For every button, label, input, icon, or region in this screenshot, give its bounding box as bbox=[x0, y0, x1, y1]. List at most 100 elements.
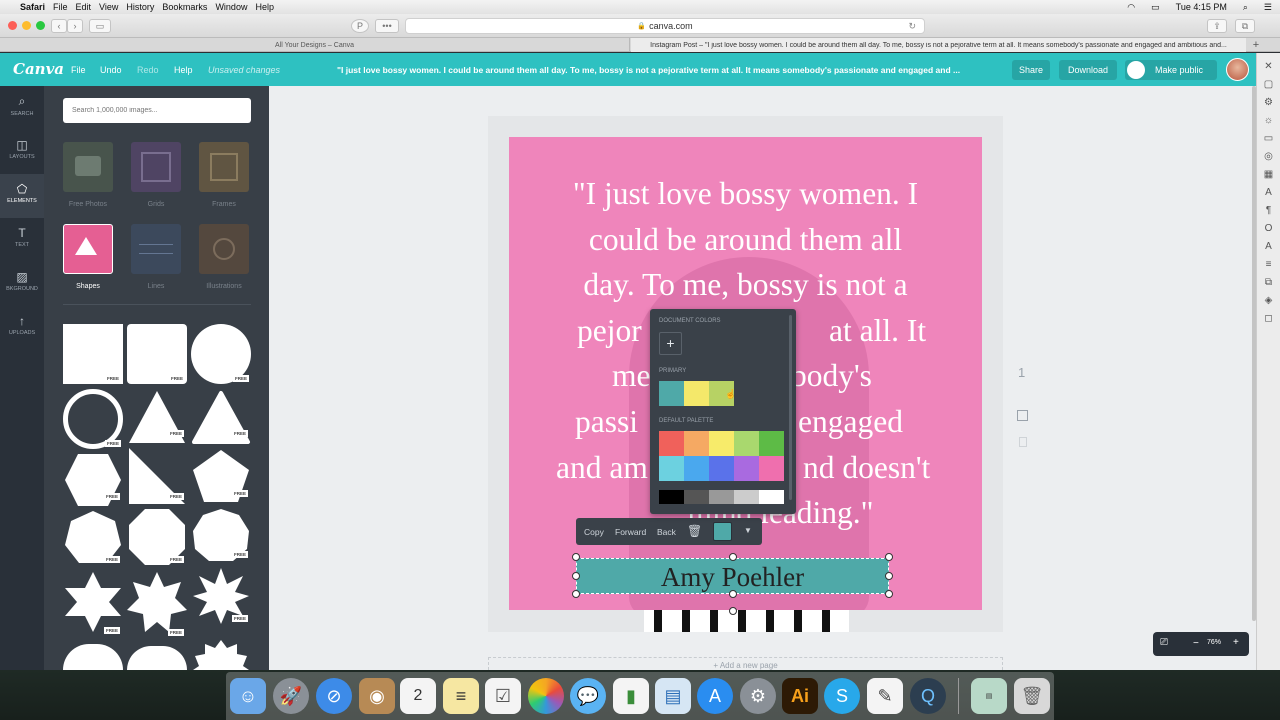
file-menu[interactable]: File bbox=[71, 65, 86, 75]
canva-logo[interactable]: Canva bbox=[13, 60, 64, 78]
reload-icon[interactable]: ↻ bbox=[908, 21, 916, 32]
square-shape[interactable]: FREE bbox=[63, 324, 123, 384]
pinterest-icon[interactable]: P bbox=[351, 19, 369, 33]
menu-window[interactable]: Window bbox=[215, 2, 247, 12]
messages-icon[interactable]: 💬 bbox=[570, 678, 606, 714]
tool-icon[interactable]: ⧉ bbox=[1262, 274, 1275, 292]
share-button[interactable]: Share bbox=[1012, 60, 1050, 80]
menu-history[interactable]: History bbox=[126, 2, 154, 12]
six-point-star-shape[interactable] bbox=[63, 570, 123, 634]
blob-shape[interactable] bbox=[63, 644, 123, 670]
palette-swatch-r1-2[interactable] bbox=[684, 431, 709, 456]
picker-scrollbar[interactable] bbox=[789, 315, 792, 500]
tool-icon[interactable]: ◎ bbox=[1262, 148, 1275, 166]
menu-bookmarks[interactable]: Bookmarks bbox=[162, 2, 207, 12]
minimize-window-button[interactable] bbox=[22, 21, 31, 30]
palette-swatch-r3-3[interactable] bbox=[709, 490, 734, 504]
forward-nav-button[interactable]: › bbox=[67, 19, 83, 33]
tool-icon[interactable]: ▦ bbox=[1262, 166, 1275, 184]
keynote-icon[interactable]: ▤ bbox=[655, 678, 691, 714]
resize-handle-tr[interactable] bbox=[885, 553, 893, 561]
delete-page-icon[interactable] bbox=[1019, 437, 1027, 447]
resize-handle-bm[interactable] bbox=[729, 590, 737, 598]
primary-color-swatch-2[interactable] bbox=[684, 381, 709, 406]
design-title[interactable]: "I just love bossy women. I could be aro… bbox=[337, 65, 1003, 75]
burst-shape[interactable] bbox=[191, 638, 251, 670]
rail-text[interactable]: T TEXT bbox=[0, 218, 44, 262]
spotlight-icon[interactable]: ⌕ bbox=[1243, 2, 1248, 13]
avatar[interactable] bbox=[1226, 58, 1249, 81]
numbers-icon[interactable]: ▮ bbox=[613, 678, 649, 714]
cloud-shape[interactable] bbox=[127, 646, 187, 670]
image-search-input[interactable] bbox=[63, 98, 251, 123]
palette-swatch-r1-1[interactable] bbox=[659, 431, 684, 456]
palette-swatch-r2-5[interactable] bbox=[759, 456, 784, 481]
battery-icon[interactable]: ▭ bbox=[1151, 2, 1160, 13]
resize-handle-mr[interactable] bbox=[885, 572, 893, 580]
menu-file[interactable]: File bbox=[53, 2, 68, 12]
menu-help[interactable]: Help bbox=[255, 2, 274, 12]
tool-icon[interactable]: ¶ bbox=[1262, 202, 1275, 220]
tab-all-designs[interactable]: All Your Designs – Canva bbox=[0, 38, 630, 52]
rail-search[interactable]: ⌕ SEARCH bbox=[0, 86, 44, 130]
palette-swatch-r3-4[interactable] bbox=[734, 490, 759, 504]
trash-icon[interactable]: 🗑 bbox=[687, 524, 702, 538]
back-button[interactable]: Back bbox=[657, 527, 676, 537]
resize-handle-br[interactable] bbox=[885, 590, 893, 598]
contacts-icon[interactable]: ◉ bbox=[359, 678, 395, 714]
rail-elements[interactable]: ⬠ ELEMENTS bbox=[0, 174, 44, 218]
more-icon[interactable]: ••• bbox=[375, 19, 399, 33]
palette-swatch-r2-3[interactable] bbox=[709, 456, 734, 481]
illustrations-category[interactable] bbox=[199, 224, 249, 274]
palette-swatch-r1-5[interactable] bbox=[759, 431, 784, 456]
palette-swatch-r2-2[interactable] bbox=[684, 456, 709, 481]
sidebar-icon[interactable]: ▭ bbox=[89, 19, 111, 33]
zoom-in-button[interactable]: + bbox=[1233, 637, 1239, 648]
undo-button[interactable]: Undo bbox=[100, 65, 122, 75]
palette-swatch-r2-1[interactable] bbox=[659, 456, 684, 481]
more-options-chevron-icon[interactable]: ▼ bbox=[744, 526, 752, 535]
safari-icon[interactable]: ⊘ bbox=[316, 678, 352, 714]
primary-color-swatch-1[interactable] bbox=[659, 381, 684, 406]
document-stack-icon[interactable]: ▤ bbox=[971, 678, 1007, 714]
help-menu[interactable]: Help bbox=[174, 65, 193, 75]
quicktime-icon[interactable]: Q bbox=[910, 678, 946, 714]
reminders-icon[interactable]: ☑ bbox=[485, 678, 521, 714]
zoom-window-button[interactable] bbox=[36, 21, 45, 30]
zoom-out-button[interactable]: − bbox=[1193, 638, 1199, 649]
resize-handle-bl[interactable] bbox=[572, 590, 580, 598]
ring-shape[interactable]: FREE bbox=[63, 389, 123, 449]
palette-swatch-r3-2[interactable] bbox=[684, 490, 709, 504]
copy-button[interactable]: Copy bbox=[584, 527, 604, 537]
app-store-icon[interactable]: A bbox=[697, 678, 733, 714]
tabs-overview-icon[interactable]: ⧉ bbox=[1235, 19, 1255, 33]
tool-icon[interactable]: ◻ bbox=[1262, 310, 1275, 328]
tool-icon[interactable]: A bbox=[1262, 238, 1275, 256]
lines-category[interactable] bbox=[131, 224, 181, 274]
calendar-icon[interactable]: 2 bbox=[400, 678, 436, 714]
resize-handle-tl[interactable] bbox=[572, 553, 580, 561]
skype-icon[interactable]: S bbox=[824, 678, 860, 714]
close-window-button[interactable] bbox=[8, 21, 17, 30]
tool-icon[interactable]: ◈ bbox=[1262, 292, 1275, 310]
download-button[interactable]: Download bbox=[1059, 60, 1117, 80]
tool-icon[interactable]: ✕ bbox=[1262, 58, 1275, 76]
tool-icon[interactable]: ▢ bbox=[1262, 76, 1275, 94]
palette-swatch-r1-4[interactable] bbox=[734, 431, 759, 456]
address-bar[interactable]: 🔒 canva.com ↻ bbox=[405, 18, 925, 34]
rounded-square-shape[interactable]: FREE bbox=[127, 324, 187, 384]
rail-background[interactable]: ▨ BKGROUND bbox=[0, 262, 44, 306]
frames-category[interactable] bbox=[199, 142, 249, 192]
add-color-button[interactable]: + bbox=[659, 332, 682, 355]
resize-handle-ml[interactable] bbox=[572, 572, 580, 580]
tool-icon[interactable]: O bbox=[1262, 220, 1275, 238]
rail-layouts[interactable]: ◫ LAYOUTS bbox=[0, 130, 44, 174]
tool-icon[interactable]: ▭ bbox=[1262, 130, 1275, 148]
system-preferences-icon[interactable]: ⚙ bbox=[740, 678, 776, 714]
palette-swatch-r3-1[interactable] bbox=[659, 490, 684, 504]
tool-icon[interactable]: ≡ bbox=[1262, 256, 1275, 274]
palette-swatch-r2-4[interactable] bbox=[734, 456, 759, 481]
grids-category[interactable] bbox=[131, 142, 181, 192]
seven-point-star-shape[interactable] bbox=[127, 570, 187, 634]
palette-swatch-r3-5[interactable] bbox=[759, 490, 784, 504]
